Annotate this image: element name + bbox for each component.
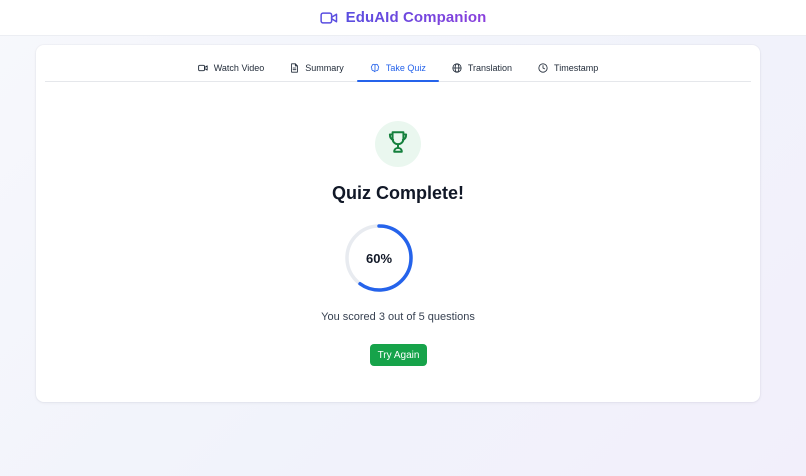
globe-icon <box>452 63 462 73</box>
brand: EduAId Companion <box>319 9 487 26</box>
trophy-badge <box>375 121 421 167</box>
score-percent: 60% <box>365 250 393 266</box>
result-title: Quiz Complete! <box>331 183 464 203</box>
brain-icon <box>370 63 380 73</box>
tab-take-quiz[interactable]: Take Quiz <box>356 57 439 82</box>
clock-icon <box>538 63 548 73</box>
tab-label: Timestamp <box>554 63 599 73</box>
trophy-icon <box>385 129 411 160</box>
app-title: EduAId Companion <box>345 9 487 26</box>
tab-label: Watch Video <box>213 63 265 73</box>
app-header: EduAId Companion <box>0 0 806 36</box>
tab-label: Summary <box>305 63 344 73</box>
tab-label: Take Quiz <box>385 63 426 73</box>
document-icon <box>290 63 299 73</box>
tab-translation[interactable]: Translation <box>439 57 525 79</box>
main-card: Watch Video Summary Take Quiz Translatio… <box>36 45 760 402</box>
tab-bar: Watch Video Summary Take Quiz Translatio… <box>45 57 751 82</box>
video-camera-icon <box>197 64 208 72</box>
tab-label: Translation <box>467 63 513 73</box>
tab-watch-video[interactable]: Watch Video <box>185 57 278 79</box>
try-again-button[interactable]: Try Again <box>370 344 427 366</box>
tab-summary[interactable]: Summary <box>277 57 357 79</box>
score-summary: You scored 3 out of 5 questions <box>321 311 475 323</box>
video-camera-icon <box>319 11 338 25</box>
tab-timestamp[interactable]: Timestamp <box>525 57 611 79</box>
score-progress-ring: 60% <box>343 222 415 294</box>
